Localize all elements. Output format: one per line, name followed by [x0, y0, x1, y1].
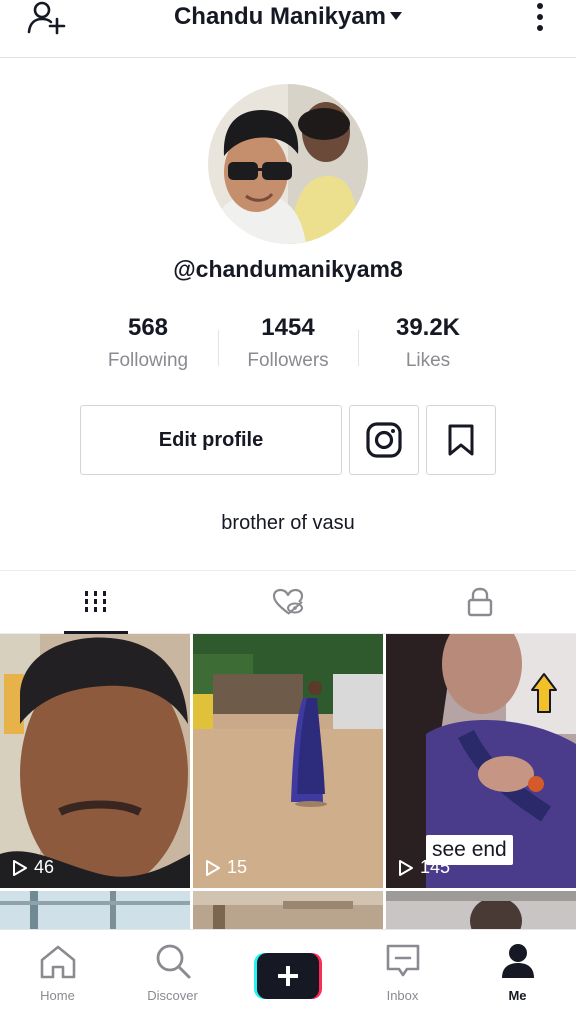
followers-label: Followers: [247, 350, 329, 371]
following-count: 568: [127, 314, 169, 341]
lock-icon: [467, 587, 493, 617]
video-overlay-caption: see end: [426, 835, 513, 865]
profile-stats: 568 Following 1454 Followers 39.2K Likes: [78, 314, 498, 374]
chevron-down-icon: [390, 11, 403, 20]
stat-likes: 39.2K Likes: [358, 314, 498, 372]
view-count: 15: [205, 857, 247, 878]
video-thumbnail[interactable]: 15: [193, 634, 383, 888]
view-count: 46: [12, 857, 54, 878]
grid-icon: [85, 591, 106, 612]
video-thumbnail[interactable]: [0, 891, 190, 929]
tab-videos[interactable]: [0, 571, 192, 633]
top-bar: Chandu Manikyam: [0, 0, 576, 58]
video-grid: 46 15 145: [0, 634, 576, 929]
video-thumbnail[interactable]: 46: [0, 634, 190, 888]
home-icon: [40, 945, 75, 979]
tab-liked[interactable]: [192, 571, 384, 633]
nav-me[interactable]: Me: [460, 930, 575, 1024]
nav-discover[interactable]: Discover: [115, 930, 230, 1024]
likes-label: Likes: [405, 350, 451, 371]
bookmark-icon: [448, 424, 474, 456]
person-icon: [501, 944, 534, 978]
inbox-icon: [386, 944, 419, 977]
nav-inbox-label: Inbox: [386, 988, 419, 1003]
video-thumbnail[interactable]: [193, 891, 383, 929]
video-thumbnail[interactable]: [386, 891, 576, 929]
nav-home[interactable]: Home: [0, 930, 115, 1024]
nav-me-label: Me: [508, 988, 527, 1003]
view-count-text: 15: [227, 857, 248, 877]
instagram-button[interactable]: [349, 405, 419, 475]
page-title: Chandu Manikyam: [173, 3, 387, 30]
nav-inbox[interactable]: Inbox: [345, 930, 460, 1024]
nav-discover-label: Discover: [147, 988, 198, 1003]
play-icon: [206, 859, 220, 876]
play-icon: [13, 859, 27, 876]
instagram-icon: [366, 422, 402, 458]
tab-private[interactable]: [384, 571, 576, 633]
create-video-button[interactable]: [254, 953, 322, 999]
favorites-button[interactable]: [426, 405, 496, 475]
followers-count: 1454: [261, 314, 315, 341]
likes-count: 39.2K: [395, 314, 461, 341]
search-icon: [156, 944, 190, 979]
account-switcher[interactable]: Chandu Manikyam: [0, 2, 576, 32]
content-tabs: [0, 570, 576, 634]
plus-icon: [254, 953, 322, 999]
liked-hidden-icon: [272, 588, 304, 615]
stat-followers[interactable]: 1454 Followers: [218, 314, 358, 372]
following-label: Following: [107, 350, 189, 371]
view-count-text: 46: [34, 857, 55, 877]
profile-bio: brother of vasu: [221, 512, 355, 534]
avatar[interactable]: [208, 84, 368, 244]
edit-profile-button[interactable]: Edit profile: [80, 405, 342, 475]
nav-home-label: Home: [40, 988, 75, 1003]
vertical-dots-icon[interactable]: [532, 0, 548, 36]
bottom-navigation: Home Discover Inbox Me: [0, 929, 576, 1024]
stat-following[interactable]: 568 Following: [78, 314, 218, 372]
username-handle: @chandumanikyam8: [173, 256, 403, 282]
play-icon: [399, 859, 413, 876]
